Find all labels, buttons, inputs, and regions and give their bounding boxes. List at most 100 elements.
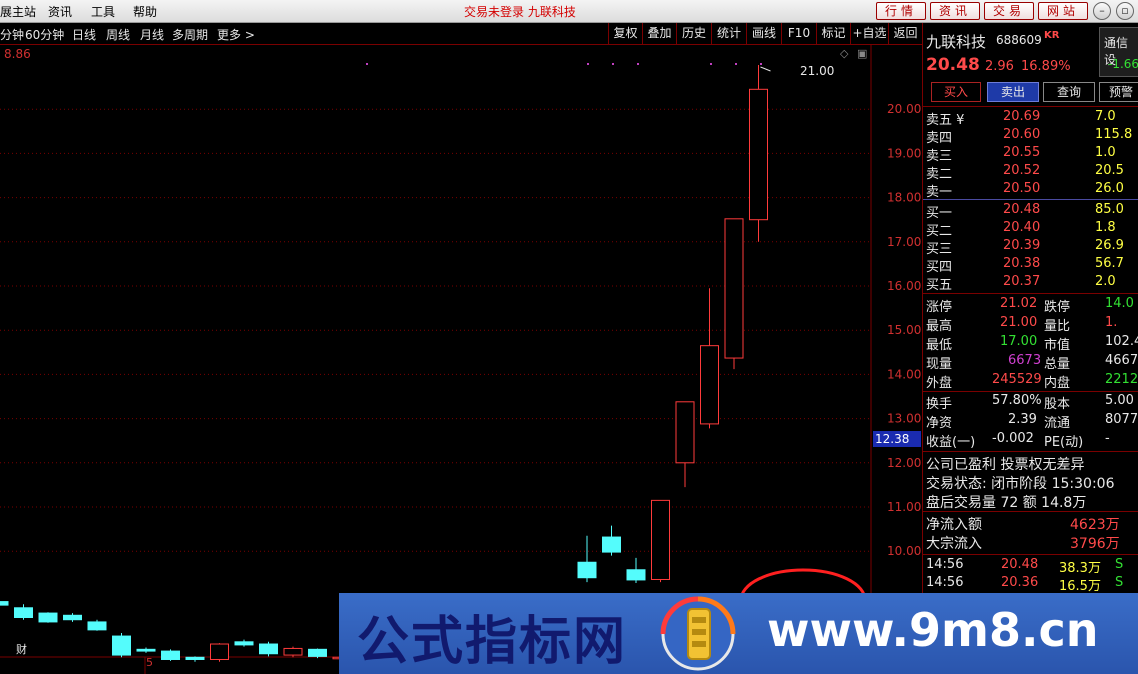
bid-volume: 2.0 xyxy=(1095,274,1116,289)
candle-body xyxy=(14,607,33,619)
alert-button[interactable]: 预警 xyxy=(1099,82,1138,102)
event-marker xyxy=(612,63,614,65)
ask-price: 20.69 xyxy=(1003,109,1041,124)
query-button[interactable]: 查询 xyxy=(1043,82,1095,102)
tool-adjust[interactable]: 复权 xyxy=(608,23,642,44)
tool-draw[interactable]: 画线 xyxy=(746,23,781,44)
candle-body xyxy=(63,614,82,621)
trade-login-status: 交易未登录 九联科技 xyxy=(464,5,576,19)
kline-chart[interactable]: 20.00 19.00 18.00 17.00 16.00 15.00 14.00 13.00… xyxy=(0,45,922,674)
period-minute[interactable]: 分钟 xyxy=(0,26,24,43)
price-axis-label: 20.00 xyxy=(887,102,921,116)
event-marker xyxy=(760,63,762,65)
ask-price: 20.60 xyxy=(1003,127,1041,142)
industry-change: -1.66 xyxy=(1108,57,1138,71)
period-multi[interactable]: 多周期 xyxy=(172,26,208,43)
stat-row[interactable]: 最高 21.00 量比 1. xyxy=(923,315,1138,334)
kline-svg[interactable]: 20.00 19.00 18.00 17.00 16.00 15.00 14.00 13.00… xyxy=(0,45,922,674)
stat-row[interactable]: 换手 57.80% 股本 5.00 xyxy=(923,393,1138,412)
ask-label: 卖一 xyxy=(926,185,953,200)
website-button[interactable]: 网站 xyxy=(1038,2,1088,20)
stat-label: 内盘 xyxy=(1044,376,1071,391)
bid-row[interactable]: 买五 20.37 2.0 xyxy=(923,274,1138,293)
event-marker xyxy=(637,63,639,65)
tool-overlay[interactable]: 叠加 xyxy=(642,23,676,44)
chart-window-icon[interactable]: ▣ xyxy=(857,47,867,60)
bid-row[interactable]: 买四 20.38 56.7 xyxy=(923,256,1138,275)
minimize-icon[interactable]: – xyxy=(1093,2,1111,20)
bid-volume: 1.8 xyxy=(1095,220,1116,235)
bid-row[interactable]: 买一 20.48 85.0 xyxy=(923,202,1138,221)
event-marker xyxy=(587,63,589,65)
stat-row[interactable]: 涨停 21.02 跌停 14.0 xyxy=(923,296,1138,315)
bid-volume: 56.7 xyxy=(1095,256,1124,271)
bid-label: 买一 xyxy=(926,206,953,221)
price-axis-label: 17.00 xyxy=(887,235,921,249)
menu-tools[interactable]: 工具 xyxy=(91,3,115,20)
finance-marker[interactable]: 财 xyxy=(16,641,27,657)
quote-button[interactable]: 行情 xyxy=(876,2,926,20)
bid-row[interactable]: 买二 20.40 1.8 xyxy=(923,220,1138,239)
tool-back[interactable]: 返回 xyxy=(888,23,922,44)
event-marker xyxy=(710,63,712,65)
period-60min[interactable]: 60分钟 xyxy=(25,26,64,43)
candle-body xyxy=(308,648,327,657)
tick-row[interactable]: 14:56 20.48 38.3万 S xyxy=(923,557,1138,576)
stat-row[interactable]: 收益(一) -0.002 PE(动) - xyxy=(923,431,1138,450)
stat-row[interactable]: 最低 17.00 市值 102.4 xyxy=(923,334,1138,353)
period-daily[interactable]: 日线 xyxy=(72,26,96,43)
ask-row[interactable]: 卖五 ¥ 20.69 7.0 xyxy=(923,109,1138,128)
tick-price: 20.48 xyxy=(1001,557,1039,572)
stat-value: 245529 xyxy=(992,372,1042,387)
menu-bar: 展主站 资讯 工具 帮助 交易未登录 九联科技 行情 资讯 交易 网站 – ▫ xyxy=(0,0,1138,23)
stat-row[interactable]: 现量 6673 总量 4667 xyxy=(923,353,1138,372)
ask-row[interactable]: 卖三 20.55 1.0 xyxy=(923,145,1138,164)
divider xyxy=(923,554,1138,555)
stat-value: 14.0 xyxy=(1105,296,1134,311)
ask-row[interactable]: 卖四 20.60 115.8 xyxy=(923,127,1138,146)
stat-label: 最低 xyxy=(926,338,953,353)
candle-body xyxy=(749,88,768,221)
chart-options-icon[interactable]: ◇ xyxy=(840,47,848,60)
tick-price: 20.36 xyxy=(1001,575,1039,590)
period-toolbar: 分钟 60分钟 日线 周线 月线 多周期 更多 > 复权 叠加 历史 统计 画线… xyxy=(0,23,922,45)
period-monthly[interactable]: 月线 xyxy=(140,26,164,43)
stock-code: 688609 xyxy=(996,33,1042,47)
watermark-banner: 公式指标网 www.9m8.cn xyxy=(339,593,1138,674)
stat-row[interactable]: 净资 2.39 流通 8077 xyxy=(923,412,1138,431)
tool-stats[interactable]: 统计 xyxy=(711,23,746,44)
ask-row[interactable]: 卖二 20.52 20.5 xyxy=(923,163,1138,182)
divider xyxy=(923,511,1138,512)
stat-row[interactable]: 外盘 245529 内盘 2212 xyxy=(923,372,1138,391)
tool-f10[interactable]: F10 xyxy=(781,23,816,44)
news-button[interactable]: 资讯 xyxy=(930,2,980,20)
bid-row[interactable]: 买三 20.39 26.9 xyxy=(923,238,1138,257)
stat-label: 量比 xyxy=(1044,319,1071,334)
tool-mark[interactable]: 标记 xyxy=(816,23,850,44)
sell-button[interactable]: 卖出 xyxy=(987,82,1039,102)
ask-price: 20.50 xyxy=(1003,181,1041,196)
stat-label: 跌停 xyxy=(1044,300,1071,315)
ask-row[interactable]: 卖一 20.50 26.0 xyxy=(923,181,1138,200)
candle-body xyxy=(259,643,278,655)
menu-main-site[interactable]: 展主站 xyxy=(0,3,36,20)
tick-volume: 16.5万 xyxy=(1059,579,1101,594)
tool-history[interactable]: 历史 xyxy=(676,23,711,44)
period-weekly[interactable]: 周线 xyxy=(106,26,130,43)
period-more[interactable]: 更多 > xyxy=(217,26,255,43)
trade-button[interactable]: 交易 xyxy=(984,2,1034,20)
stat-label: 股本 xyxy=(1044,397,1071,412)
restore-icon[interactable]: ▫ xyxy=(1116,2,1134,20)
stat-value: -0.002 xyxy=(992,431,1034,446)
tool-add-watchlist[interactable]: +自选 xyxy=(850,23,888,44)
menu-news[interactable]: 资讯 xyxy=(48,3,72,20)
bid-volume: 85.0 xyxy=(1095,202,1124,217)
tick-row[interactable]: 14:56 20.36 16.5万 S xyxy=(923,575,1138,594)
price-change: 2.96 xyxy=(985,59,1014,74)
price-axis-label: 18.00 xyxy=(887,191,921,205)
stat-label: 净资 xyxy=(926,416,953,431)
stat-value: 4667 xyxy=(1105,353,1138,368)
ask-label: 卖五 ¥ xyxy=(926,113,965,128)
menu-help[interactable]: 帮助 xyxy=(133,3,157,20)
buy-button[interactable]: 买入 xyxy=(931,82,981,102)
